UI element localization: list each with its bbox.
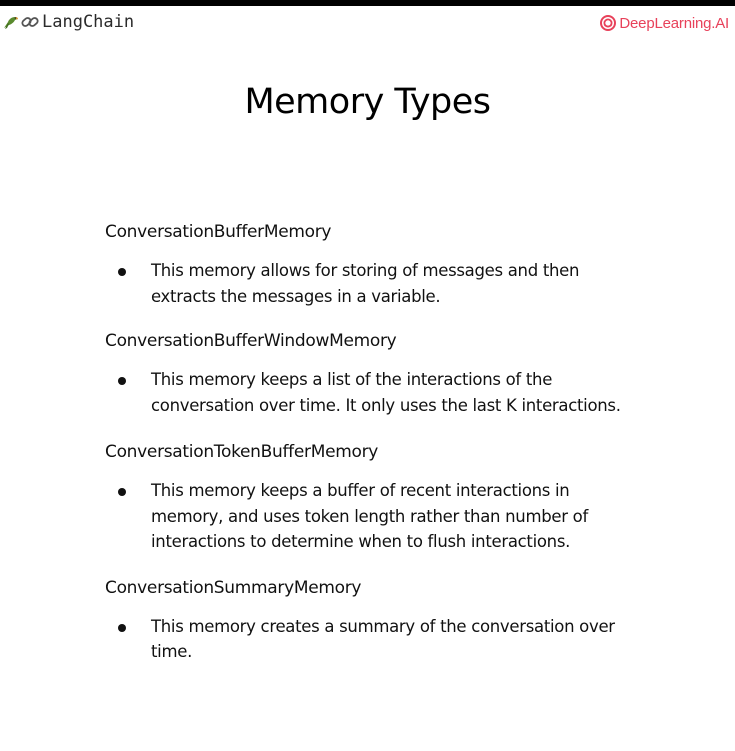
memory-type-name: ConversationBufferWindowMemory	[105, 331, 397, 351]
deeplearning-ai-logo: DeepLearning.AI	[600, 12, 729, 34]
bullet-icon	[118, 488, 126, 496]
deeplearning-ai-logo-text: DeepLearning.AI	[619, 14, 729, 32]
bullet-icon	[118, 377, 126, 385]
slide: LangChain DeepLearning.AI Memory Types C…	[0, 0, 735, 751]
memory-type-name: ConversationBufferMemory	[105, 222, 332, 242]
memory-type-bullet: This memory creates a summary of the con…	[105, 614, 645, 665]
memory-type-item: ConversationSummaryMemory This memory cr…	[105, 576, 645, 665]
memory-type-description: This memory allows for storing of messag…	[151, 261, 580, 306]
memory-type-description: This memory keeps a buffer of recent int…	[151, 481, 588, 551]
top-border	[0, 0, 735, 6]
memory-type-description: This memory keeps a list of the interact…	[151, 370, 621, 415]
memory-type-bullet: This memory keeps a list of the interact…	[105, 367, 645, 418]
memory-type-item: ConversationBufferMemory This memory all…	[105, 220, 645, 309]
memory-type-bullet: This memory keeps a buffer of recent int…	[105, 478, 645, 555]
langchain-logo-text: LangChain	[42, 12, 135, 32]
link-icon	[20, 13, 40, 31]
memory-type-name: ConversationSummaryMemory	[105, 577, 362, 598]
memory-type-item: ConversationBufferWindowMemory This memo…	[105, 329, 645, 418]
memory-type-description: This memory creates a summary of the con…	[151, 616, 615, 662]
memory-type-name: ConversationTokenBufferMemory	[105, 442, 379, 462]
memory-types-list: ConversationBufferMemory This memory all…	[105, 220, 645, 665]
page-title: Memory Types	[244, 82, 491, 122]
memory-type-item: ConversationTokenBufferMemory This memor…	[105, 440, 645, 555]
deeplearning-ai-icon	[600, 15, 617, 31]
bullet-icon	[118, 268, 126, 276]
memory-type-bullet: This memory allows for storing of messag…	[105, 258, 645, 309]
bullet-icon	[118, 623, 126, 632]
langchain-logo: LangChain	[2, 10, 134, 34]
parrot-icon	[2, 13, 20, 31]
